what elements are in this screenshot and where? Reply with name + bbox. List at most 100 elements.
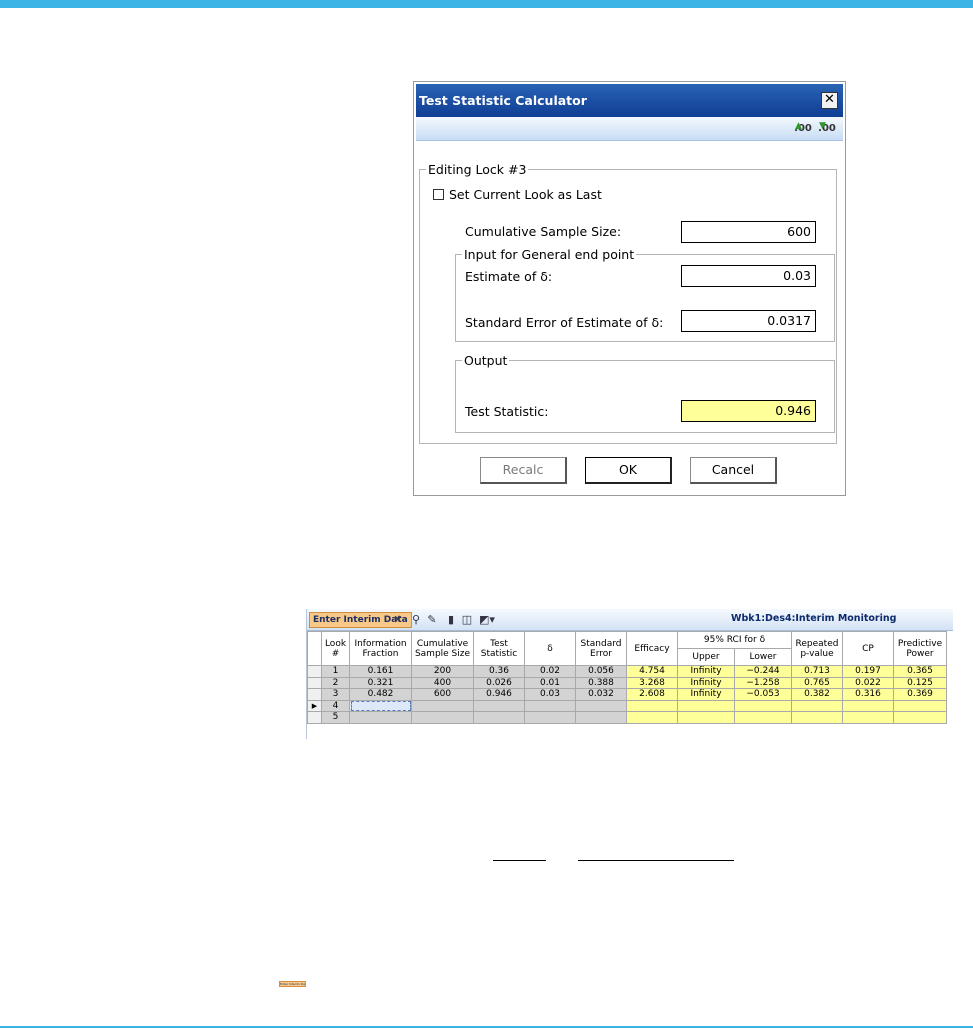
cell-predictive-power: 0.125 xyxy=(893,676,947,689)
underline-fragment xyxy=(493,860,546,861)
table-row[interactable]: 2 0.321 400 0.026 0.01 0.388 3.268 Infin… xyxy=(307,676,947,689)
bar-chart-icon[interactable]: ▮ xyxy=(444,612,458,627)
row-selector[interactable] xyxy=(307,688,322,701)
set-current-look-as-last-checkbox[interactable] xyxy=(433,189,444,200)
cell-standard-error[interactable]: 0.388 xyxy=(575,676,627,689)
close-icon: ✕ xyxy=(824,92,835,107)
cell-cumulative-sample-size[interactable]: 600 xyxy=(411,688,474,701)
edit-icon[interactable]: ✎ xyxy=(425,612,439,627)
cell-lower: −1.258 xyxy=(734,676,792,689)
cell-predictive-power xyxy=(893,711,947,724)
table-row[interactable]: ▶ 4 xyxy=(307,699,947,712)
row-selector[interactable] xyxy=(307,665,322,678)
cumulative-sample-size-field[interactable]: 600 xyxy=(681,221,816,243)
estimate-of-delta-label: Estimate of δ: xyxy=(465,269,553,284)
set-current-look-as-last-label: Set Current Look as Last xyxy=(449,187,602,202)
cell-cumulative-sample-size[interactable] xyxy=(411,699,474,712)
cell-look: 1 xyxy=(321,665,350,678)
cell-upper: Infinity xyxy=(677,688,735,701)
cell-lower: −0.053 xyxy=(734,688,792,701)
cell-test-statistic[interactable] xyxy=(473,711,525,724)
cell-lower xyxy=(734,711,792,724)
col-header-cp: CP xyxy=(842,631,894,666)
cell-cp: 0.197 xyxy=(842,665,894,678)
col-header-look: Look # xyxy=(321,631,350,666)
test-statistic-label: Test Statistic: xyxy=(465,404,549,419)
cell-information-fraction[interactable]: 0.482 xyxy=(349,688,412,701)
cell-standard-error[interactable]: 0.056 xyxy=(575,665,627,678)
close-icon[interactable]: ✕ xyxy=(391,612,405,627)
increase-decimals-icon[interactable]: ▲ .00 xyxy=(794,120,812,137)
enter-interim-data-mini-button: Enter Interim Data xyxy=(279,981,306,987)
standard-error-field[interactable]: 0.0317 xyxy=(681,310,816,332)
input-general-endpoint-legend: Input for General end point xyxy=(464,247,635,262)
cell-repeated-p-value xyxy=(791,711,843,724)
cell-efficacy xyxy=(626,711,678,724)
cell-repeated-p-value: 0.713 xyxy=(791,665,843,678)
output-legend: Output xyxy=(464,353,508,368)
panel-title: Wbk1:Des4:Interim Monitoring xyxy=(731,613,897,624)
interim-data-grid: Look # Information Fraction Cumulative Samp… xyxy=(307,631,947,724)
display-dropdown-icon[interactable]: ◩▾ xyxy=(479,612,495,627)
cell-cumulative-sample-size[interactable]: 200 xyxy=(411,665,474,678)
close-button[interactable]: ✕ xyxy=(821,92,838,109)
col-header-cumulative-sample-size: Cumulative Sample Size xyxy=(411,631,474,666)
current-row-marker[interactable]: ▶ xyxy=(307,699,322,712)
cell-predictive-power: 0.365 xyxy=(893,665,947,678)
col-header-delta: δ xyxy=(524,631,576,666)
cell-information-fraction[interactable]: 0.161 xyxy=(349,665,412,678)
cell-cumulative-sample-size[interactable]: 400 xyxy=(411,676,474,689)
cell-look: 4 xyxy=(321,699,350,712)
ok-button[interactable]: OK xyxy=(585,457,672,484)
cell-predictive-power: 0.369 xyxy=(893,688,947,701)
panel-toolbar: Enter Interim Data ✕ ⚲ ✎ ▮ ◫ ◩▾ Wbk1:Des… xyxy=(307,609,953,631)
cancel-button[interactable]: Cancel xyxy=(690,457,777,484)
cell-cumulative-sample-size[interactable] xyxy=(411,711,474,724)
cell-upper xyxy=(677,699,735,712)
cell-cp: 0.316 xyxy=(842,688,894,701)
decrease-decimals-icon[interactable]: ▼ .00 xyxy=(818,120,836,137)
standard-error-label: Standard Error of Estimate of δ: xyxy=(465,315,664,330)
chart-icon[interactable]: ⚲ xyxy=(409,612,423,627)
cell-look: 2 xyxy=(321,676,350,689)
cell-standard-error[interactable] xyxy=(575,699,627,712)
table-row[interactable]: 1 0.161 200 0.36 0.02 0.056 4.754 Infini… xyxy=(307,665,947,678)
cell-test-statistic[interactable]: 0.36 xyxy=(473,665,525,678)
test-statistic-calculator-dialog: Test Statistic Calculator ✕ ▲ .00 ▼ .00 Ed… xyxy=(413,81,846,496)
cell-delta[interactable]: 0.02 xyxy=(524,665,576,678)
col-header-repeated-p-value: Repeated p-value xyxy=(791,631,843,666)
cell-information-fraction[interactable]: 0.321 xyxy=(349,676,412,689)
cell-delta[interactable] xyxy=(524,699,576,712)
cell-test-statistic[interactable] xyxy=(473,699,525,712)
bottom-accent-line xyxy=(0,1026,973,1028)
cell-delta[interactable] xyxy=(524,711,576,724)
row-selector-header xyxy=(307,631,322,666)
table-row[interactable]: 3 0.482 600 0.946 0.03 0.032 2.608 Infin… xyxy=(307,688,947,701)
row-selector[interactable] xyxy=(307,676,322,689)
col-header-efficacy: Efficacy xyxy=(626,631,678,666)
cell-test-statistic[interactable]: 0.026 xyxy=(473,676,525,689)
cell-standard-error[interactable]: 0.032 xyxy=(575,688,627,701)
top-accent-bar xyxy=(0,0,973,8)
dialog-toolbar: ▲ .00 ▼ .00 xyxy=(416,117,843,141)
table-row[interactable]: 5 xyxy=(307,711,947,724)
cell-cp xyxy=(842,711,894,724)
cell-delta[interactable]: 0.01 xyxy=(524,676,576,689)
col-header-information-fraction: Information Fraction xyxy=(349,631,412,666)
cell-efficacy: 3.268 xyxy=(626,676,678,689)
cell-information-fraction[interactable] xyxy=(349,711,412,724)
row-selector[interactable] xyxy=(307,711,322,724)
estimate-of-delta-field[interactable]: 0.03 xyxy=(681,265,816,287)
cell-cp xyxy=(842,699,894,712)
cell-test-statistic[interactable]: 0.946 xyxy=(473,688,525,701)
chart-tools-icon[interactable]: ◫ xyxy=(460,612,474,627)
cell-information-fraction[interactable] xyxy=(349,699,412,712)
cell-look: 3 xyxy=(321,688,350,701)
cell-repeated-p-value: 0.765 xyxy=(791,676,843,689)
cell-repeated-p-value: 0.382 xyxy=(791,688,843,701)
recalc-button[interactable]: Recalc xyxy=(480,457,567,484)
col-header-rci-group: 95% RCI for δ xyxy=(677,631,792,649)
cell-delta[interactable]: 0.03 xyxy=(524,688,576,701)
cell-predictive-power xyxy=(893,699,947,712)
cell-standard-error[interactable] xyxy=(575,711,627,724)
